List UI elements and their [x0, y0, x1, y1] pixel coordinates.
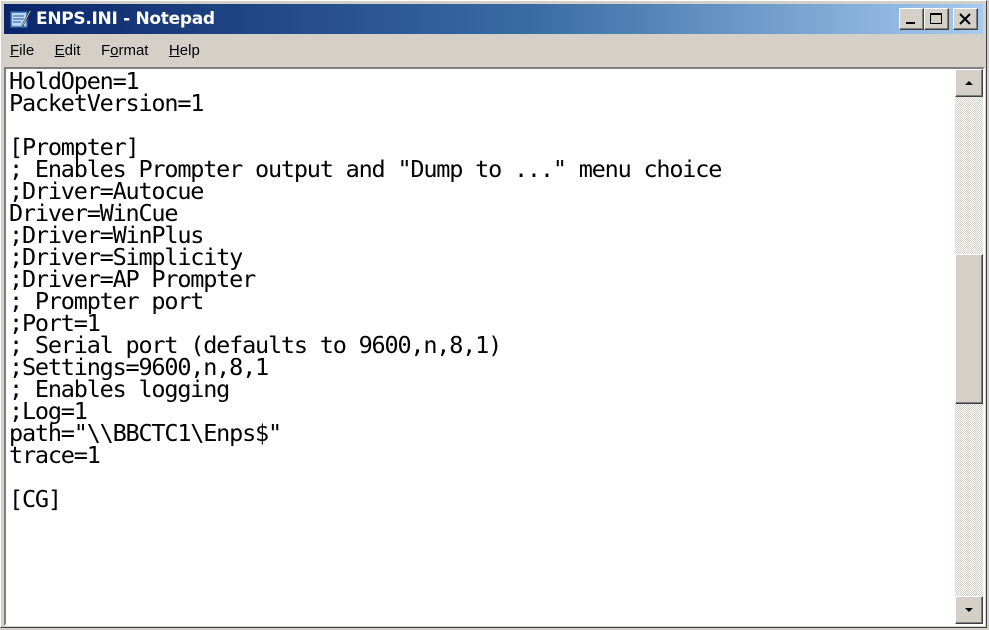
menu-help[interactable]: Help — [169, 38, 200, 64]
close-button[interactable] — [953, 8, 978, 30]
text-line[interactable]: PacketVersion=1 — [9, 91, 954, 115]
scroll-up-arrow-icon — [965, 81, 973, 85]
vertical-scrollbar[interactable] — [955, 69, 983, 624]
menu-edit[interactable]: Edit — [55, 38, 81, 64]
text-line[interactable]: ; Enables logging — [9, 377, 954, 401]
notepad-window: ENPS.INI - Notepad File Edit Format Help… — [0, 0, 987, 628]
title-bar[interactable]: ENPS.INI - Notepad — [4, 4, 983, 34]
window-title: ENPS.INI - Notepad — [36, 9, 215, 29]
maximize-icon — [930, 13, 942, 24]
text-line[interactable] — [9, 466, 954, 488]
text-line[interactable]: ; Prompter port — [9, 289, 954, 313]
maximize-button[interactable] — [924, 8, 949, 30]
text-line[interactable] — [9, 114, 954, 136]
scroll-down-arrow-icon — [965, 608, 973, 612]
minimize-button[interactable] — [899, 8, 924, 30]
minimize-icon — [906, 22, 915, 24]
text-line[interactable]: trace=1 — [9, 443, 954, 467]
scroll-up-button[interactable] — [955, 69, 983, 97]
scroll-down-button[interactable] — [955, 596, 983, 624]
text-line[interactable]: path="\\BBCTC1\Enps$" — [9, 421, 954, 445]
close-icon — [959, 13, 971, 25]
scrollbar-thumb[interactable] — [955, 254, 983, 404]
text-line[interactable]: [CG] — [9, 487, 954, 511]
menu-file[interactable]: File — [10, 38, 34, 64]
menu-format[interactable]: Format — [101, 38, 149, 64]
notepad-icon[interactable] — [9, 8, 31, 29]
text-editor[interactable]: HoldOpen=1 PacketVersion=1 [Prompter]; En… — [4, 67, 985, 626]
editor-text-area[interactable]: HoldOpen=1 PacketVersion=1 [Prompter]; En… — [9, 70, 954, 623]
menu-bar: File Edit Format Help — [4, 38, 983, 64]
